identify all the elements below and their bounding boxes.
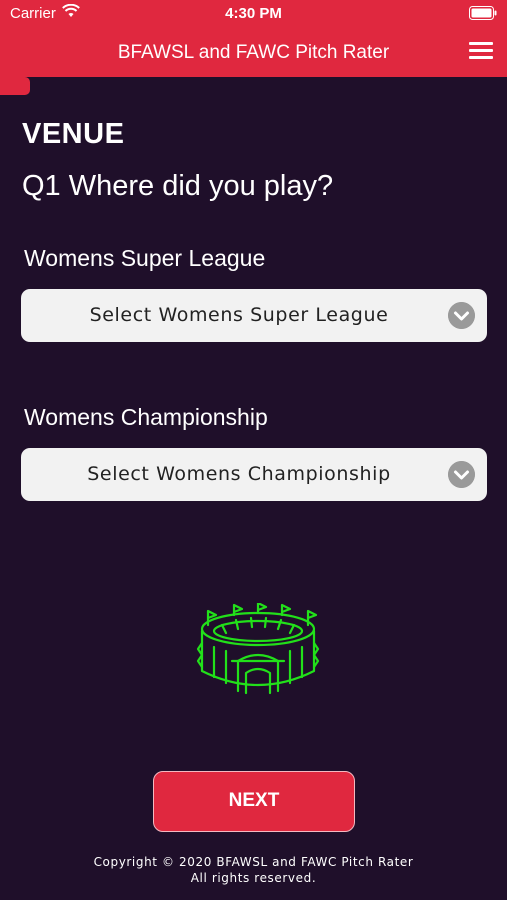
- next-button[interactable]: NEXT: [153, 771, 355, 832]
- wsl-select-value: Select Womens Super League: [89, 304, 389, 326]
- stadium-icon: [196, 603, 320, 695]
- progress-fill: [0, 77, 31, 95]
- status-bar: Carrier 4:30 PM: [0, 0, 507, 28]
- battery-icon: [469, 6, 497, 20]
- wc-select[interactable]: Select Womens Championship: [21, 448, 487, 501]
- wsl-label: Womens Super League: [24, 245, 266, 271]
- wc-label: Womens Championship: [24, 404, 268, 430]
- progress-bar: [0, 77, 507, 95]
- chevron-down-icon: [448, 461, 475, 488]
- hamburger-menu-icon[interactable]: [469, 42, 493, 60]
- wc-select-value: Select Womens Championship: [87, 463, 391, 485]
- wsl-select[interactable]: Select Womens Super League: [21, 289, 487, 342]
- copyright-line-1: Copyright © 2020 BFAWSL and FAWC Pitch R…: [93, 855, 414, 869]
- question-title: Q1 Where did you play?: [22, 170, 334, 202]
- chevron-down-icon: [448, 302, 475, 329]
- app-header: Carrier 4:30 PM BFAWSL and FAWC Pitch Ra…: [0, 0, 507, 77]
- app-title: BFAWSL and FAWC Pitch Rater: [117, 42, 390, 63]
- status-time: 4:30 PM: [225, 5, 282, 22]
- copyright-line-2: All rights reserved.: [190, 871, 317, 885]
- section-heading: VENUE: [22, 118, 125, 150]
